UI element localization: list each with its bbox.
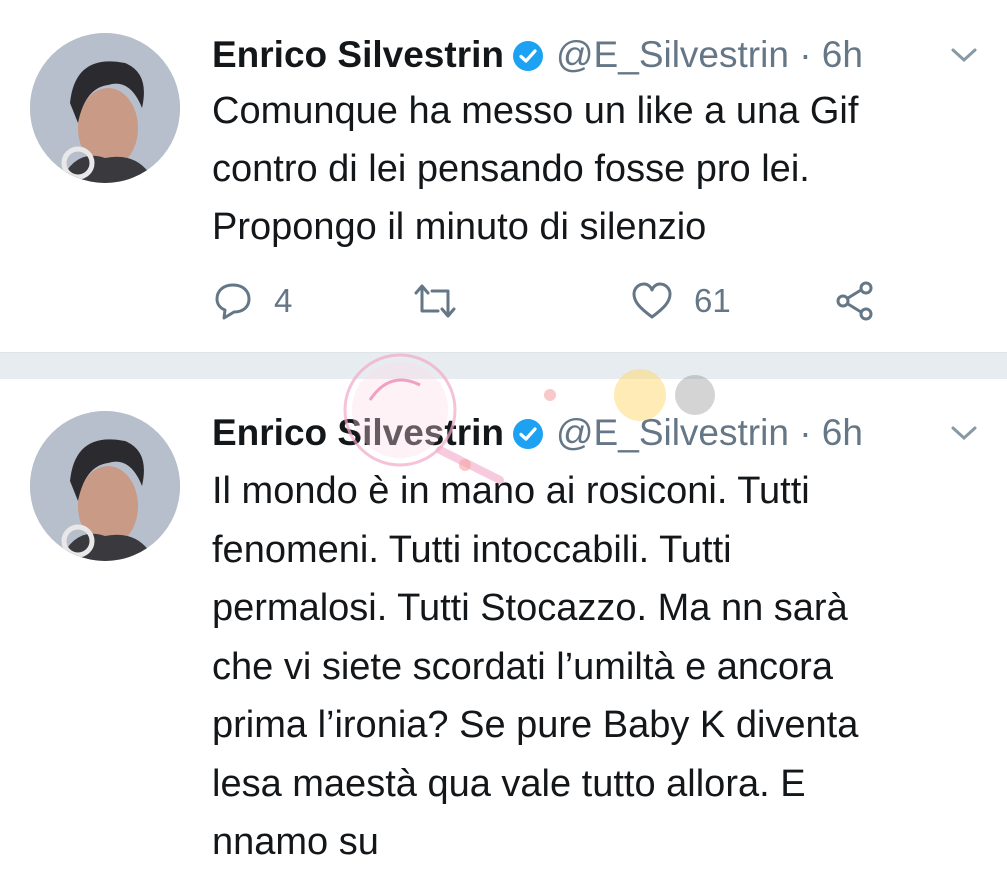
reply-icon <box>212 280 254 322</box>
avatar[interactable] <box>30 33 180 183</box>
author-handle-time[interactable]: @E_Silvestrin · 6h <box>556 412 863 454</box>
tweet-text: Comunque ha messo un like a una Gif cont… <box>212 90 859 248</box>
tweet-header: Enrico Silvestrin @E_Silvestrin · 6h <box>212 30 863 80</box>
retweet-button[interactable] <box>412 276 478 326</box>
verified-badge-icon <box>512 39 544 71</box>
chevron-down-icon[interactable] <box>949 44 979 66</box>
chevron-down-icon[interactable] <box>949 422 979 444</box>
tweet-actions: 4 61 <box>212 276 892 326</box>
author-name[interactable]: Enrico Silvestrin <box>212 412 504 454</box>
share-button[interactable] <box>832 276 878 326</box>
like-count: 61 <box>694 282 731 319</box>
tweet-text: Il mondo è in mano ai rosiconi. Tutti fe… <box>212 470 859 863</box>
like-button[interactable]: 61 <box>630 276 731 326</box>
tweet-divider <box>0 352 1007 379</box>
share-icon <box>832 278 878 324</box>
reply-button[interactable]: 4 <box>212 276 292 326</box>
reply-count: 4 <box>274 282 293 319</box>
tweet-header: Enrico Silvestrin @E_Silvestrin · 6h <box>212 408 863 458</box>
retweet-icon <box>412 281 458 321</box>
verified-badge-icon <box>512 417 544 449</box>
avatar[interactable] <box>30 411 180 561</box>
tweet[interactable]: Enrico Silvestrin @E_Silvestrin · 6h Il … <box>0 378 1007 863</box>
tweet[interactable]: Enrico Silvestrin @E_Silvestrin · 6h Com… <box>0 0 1007 350</box>
author-handle-time[interactable]: @E_Silvestrin · 6h <box>556 34 863 76</box>
heart-icon <box>630 281 674 321</box>
author-name[interactable]: Enrico Silvestrin <box>212 34 504 76</box>
